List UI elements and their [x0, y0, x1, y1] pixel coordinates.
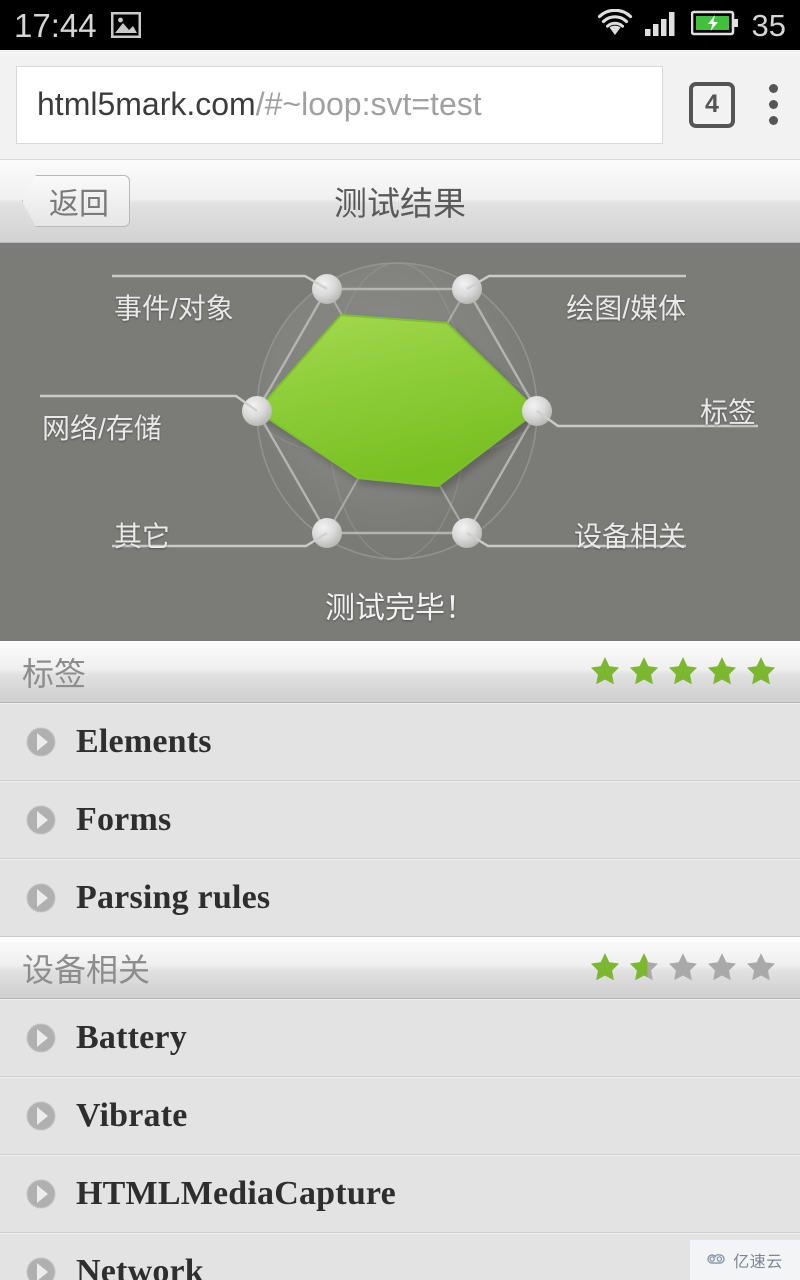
list-item-label: HTMLMediaCapture: [76, 1174, 396, 1212]
star-icon: [744, 951, 778, 985]
star-icon: [705, 951, 739, 985]
list-item[interactable]: Elements: [0, 703, 800, 781]
url-path-text: /#~loop:svt=test: [255, 86, 482, 122]
app-navigation-bar: 返回 测试结果: [0, 160, 800, 243]
status-bar: 17:44 35: [0, 0, 800, 50]
list-item-label: Forms: [76, 800, 172, 838]
star-icon: [666, 655, 700, 689]
chevron-right-icon: [24, 1177, 58, 1211]
watermark-text: 亿速云: [733, 1254, 783, 1271]
page-title: 测试结果: [334, 185, 466, 222]
section-header-device[interactable]: 设备相关: [0, 937, 800, 999]
section-title: 设备相关: [22, 952, 151, 988]
list-item[interactable]: HTMLMediaCapture: [0, 1155, 800, 1233]
star-icon: [588, 655, 622, 689]
status-bar-clock: 17:44: [14, 6, 97, 44]
list-item[interactable]: Battery: [0, 999, 800, 1077]
signal-bars-icon: [644, 9, 680, 42]
star-icon: [666, 951, 700, 985]
chevron-right-icon: [24, 1099, 58, 1133]
radar-label-network-storage: 网络/存储: [42, 413, 162, 444]
section-header-tags[interactable]: 标签: [0, 641, 800, 703]
rating-stars-device: [588, 951, 778, 985]
url-input[interactable]: html5mark.com/#~loop:svt=test: [16, 65, 663, 144]
radar-label-device: 设备相关: [573, 521, 686, 552]
watermark: 亿速云: [690, 1240, 800, 1280]
radar-chart-panel: 事件/对象 绘图/媒体 网络/存储 标签 其它 设备相关 测试完毕！: [0, 243, 800, 641]
star-icon: [705, 655, 739, 689]
overflow-menu-icon[interactable]: [769, 84, 778, 125]
star-icon: [627, 951, 661, 985]
chevron-right-icon: [24, 1255, 58, 1280]
radar-label-graphics-media: 绘图/媒体: [566, 293, 686, 324]
list-item-label: Network: [76, 1252, 204, 1280]
battery-level-text: 35: [751, 7, 786, 43]
star-icon: [588, 951, 622, 985]
status-bar-indicators: 35: [597, 7, 786, 43]
chevron-right-icon: [24, 803, 58, 837]
list-item[interactable]: Vibrate: [0, 1077, 800, 1155]
picture-icon: [110, 12, 141, 38]
list-item-label: Battery: [76, 1018, 187, 1056]
battery-charging-icon: [690, 10, 739, 41]
list-item[interactable]: Forms: [0, 781, 800, 859]
list-item-label: Parsing rules: [76, 878, 271, 916]
section-title: 标签: [22, 656, 87, 692]
star-icon: [627, 655, 661, 689]
test-status-text: 测试完毕！: [325, 592, 475, 625]
star-icon: [744, 655, 778, 689]
list-item[interactable]: Parsing rules: [0, 859, 800, 937]
radar-label-others: 其它: [114, 521, 171, 552]
chevron-right-icon: [24, 881, 58, 915]
list-item-label: Vibrate: [76, 1096, 188, 1134]
rating-stars-tags: [588, 655, 778, 689]
chevron-right-icon: [24, 1021, 58, 1055]
results-list: 标签 Elements Forms Parsing rules 设备相关 Bat…: [0, 641, 800, 1280]
browser-toolbar: html5mark.com/#~loop:svt=test 4: [0, 50, 800, 160]
wifi-icon: [597, 8, 633, 42]
radar-label-tags: 标签: [699, 397, 756, 428]
list-item-label: Elements: [76, 722, 212, 760]
cloud-logo-icon: [707, 1251, 729, 1270]
radar-label-events-objects: 事件/对象: [114, 293, 234, 324]
list-item[interactable]: Network: [0, 1233, 800, 1280]
tab-count-button[interactable]: 4: [689, 81, 735, 128]
url-domain-text: html5mark.com: [37, 86, 256, 122]
chevron-right-icon: [24, 725, 58, 759]
